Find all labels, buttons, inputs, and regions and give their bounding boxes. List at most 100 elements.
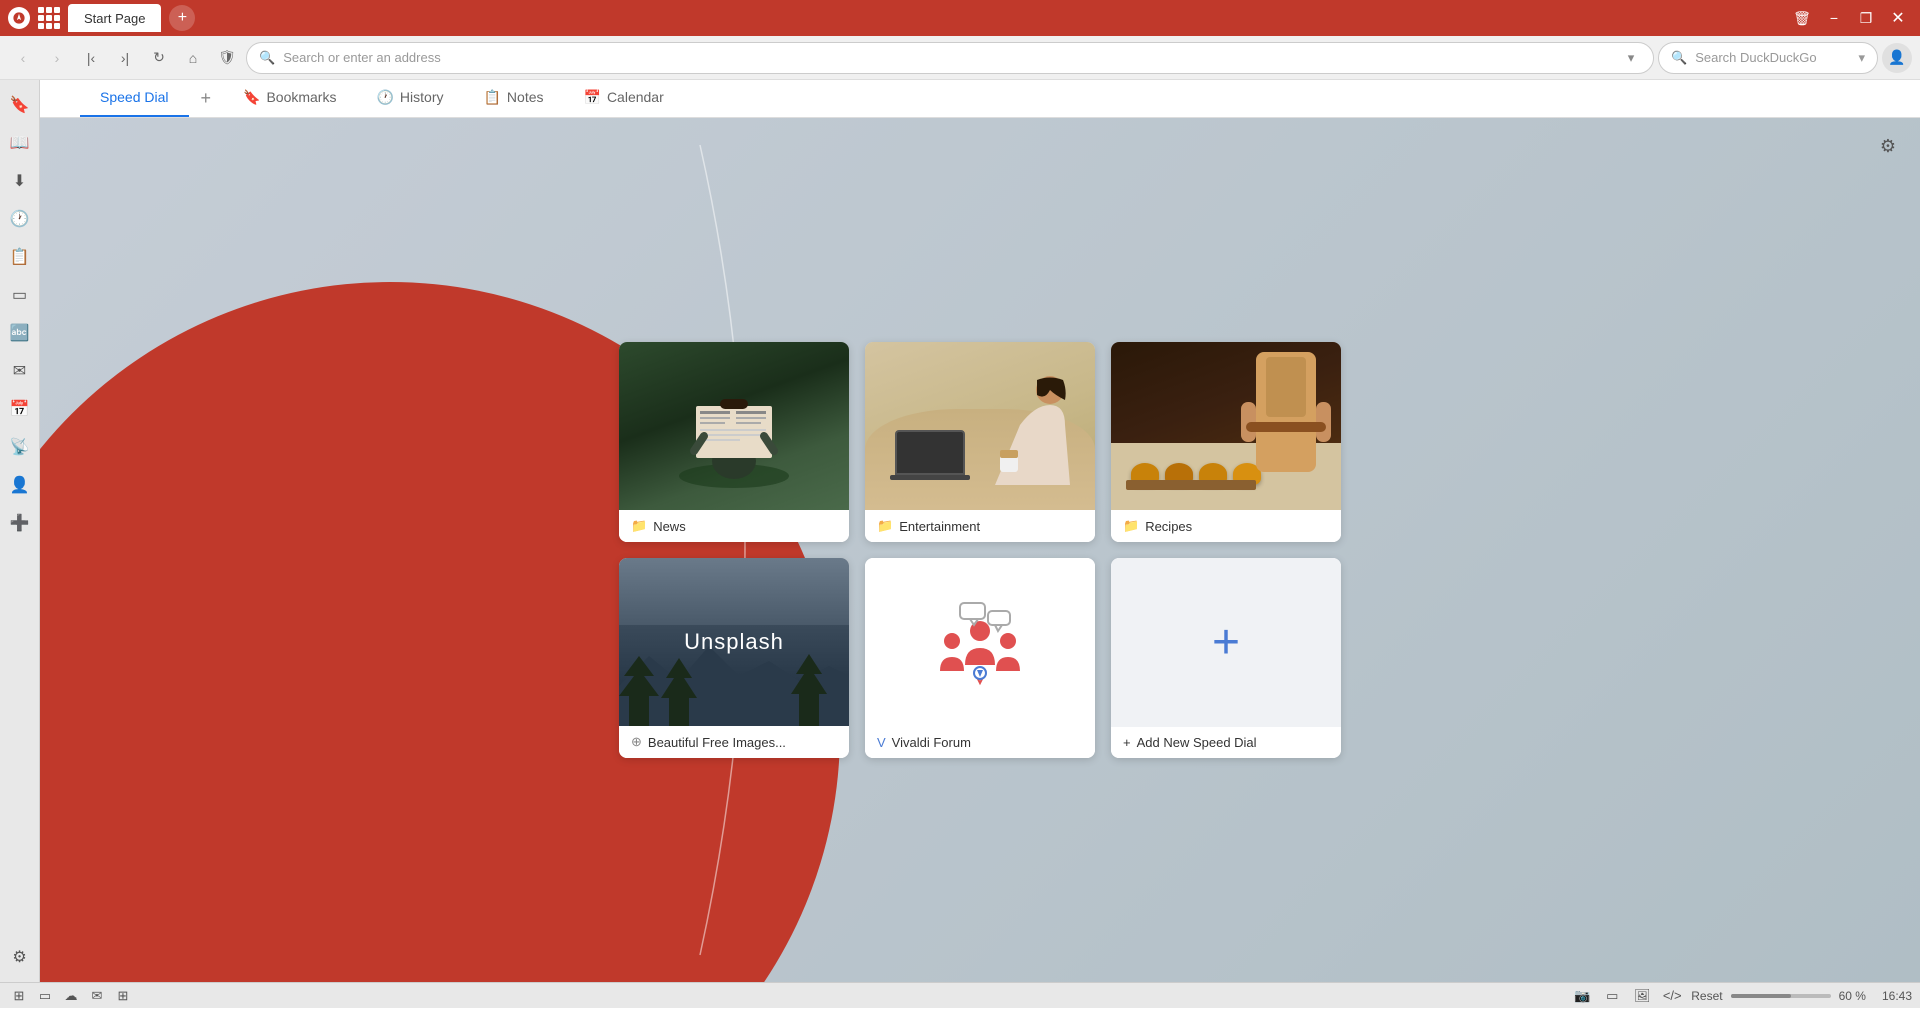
tab-speed-dial-label: Speed Dial	[100, 89, 169, 105]
status-window-icon[interactable]: ▭	[1601, 985, 1623, 1007]
search-engine-dropdown[interactable]: ▾	[1858, 50, 1865, 66]
status-icon-mail[interactable]: ✉	[86, 985, 108, 1007]
sidebar-settings[interactable]: ⚙	[3, 940, 37, 974]
sidebar-mail[interactable]: ✉	[3, 354, 37, 388]
sidebar-translate[interactable]: 🔤	[3, 316, 37, 350]
dial-card-vivaldi-forum[interactable]: V Vivaldi Forum	[865, 558, 1095, 758]
add-plus-icon: +	[1212, 619, 1240, 667]
dial-card-news[interactable]: 📁 News	[619, 342, 849, 542]
status-right: 📷 ▭ 🖼 </> Reset 60 % 16:43	[1571, 985, 1912, 1007]
dial-card-unsplash[interactable]: Unsplash ⊕ Beautiful Free Images...	[619, 558, 849, 758]
dial-card-recipes[interactable]: 📁 Recipes	[1111, 342, 1341, 542]
dial-card-entertainment[interactable]: 📁 Entertainment	[865, 342, 1095, 542]
sidebar-bookmarks[interactable]: 🔖	[3, 88, 37, 122]
tab-calendar[interactable]: 📅 Calendar	[564, 79, 684, 117]
dial-card-unsplash-image: Unsplash	[619, 558, 849, 726]
status-camera-icon[interactable]: 📷	[1571, 985, 1593, 1007]
search-engine-placeholder: Search DuckDuckGo	[1695, 50, 1850, 65]
entertainment-folder-icon: 📁	[877, 518, 893, 534]
maximize-button[interactable]: ❐	[1852, 4, 1880, 32]
calendar-tab-icon: 📅	[584, 89, 601, 106]
tab-history[interactable]: 🕐 History	[356, 79, 463, 117]
content-area: Speed Dial + 🔖 Bookmarks 🕐 History 📋 Not…	[40, 80, 1920, 982]
zoom-slider[interactable]	[1731, 994, 1831, 998]
forward-button[interactable]: ›	[42, 43, 72, 73]
time-display: 16:43	[1882, 989, 1912, 1003]
speed-dial-settings[interactable]: ⚙	[1872, 130, 1904, 162]
tab-bookmarks[interactable]: 🔖 Bookmarks	[223, 79, 356, 117]
status-icon-cloud[interactable]: ☁	[60, 985, 82, 1007]
sidebar: 🔖 📖 ⬇ 🕐 📋 ▭ 🔤 ✉ 📅 📡 👤 ➕ ⚙	[0, 80, 40, 982]
tab-title: Start Page	[84, 11, 145, 26]
add-new-label: +	[1123, 735, 1131, 750]
search-icon: 🔍	[259, 50, 275, 66]
sidebar-notes[interactable]: 📋	[3, 240, 37, 274]
status-icon-tab[interactable]: ▭	[34, 985, 56, 1007]
close-button[interactable]: ✕	[1884, 4, 1912, 32]
address-bar[interactable]: 🔍 Search or enter an address ▾	[246, 42, 1654, 74]
reset-label[interactable]: Reset	[1691, 989, 1722, 1003]
news-folder-icon: 📁	[631, 518, 647, 534]
tab-speed-dial[interactable]: Speed Dial	[80, 79, 189, 117]
reload-button[interactable]: ↻	[144, 43, 174, 73]
tab-add-button[interactable]: +	[189, 79, 224, 117]
search-engine-icon: 🔍	[1671, 50, 1687, 66]
new-tab-button[interactable]: +	[169, 5, 195, 31]
sidebar-downloads[interactable]: ⬇	[3, 164, 37, 198]
search-engine-bar[interactable]: 🔍 Search DuckDuckGo ▾	[1658, 42, 1878, 74]
dial-card-news-label: 📁 News	[619, 510, 849, 542]
dial-card-unsplash-label: ⊕ Beautiful Free Images...	[619, 726, 849, 758]
zoom-level: 60 %	[1839, 989, 1866, 1003]
notes-tab-icon: 📋	[483, 89, 500, 106]
navigation-bar: ‹ › |‹ ›| ↻ ⌂ 🛡 🔍 Search or enter an add…	[0, 36, 1920, 80]
dial-card-recipes-label: 📁 Recipes	[1111, 510, 1341, 542]
dial-card-entertainment-label: 📁 Entertainment	[865, 510, 1095, 542]
tab-notes-label: Notes	[507, 89, 544, 105]
status-code-icon[interactable]: </>	[1661, 985, 1683, 1007]
address-dropdown[interactable]: ▾	[1621, 48, 1641, 68]
tab-bookmarks-label: Bookmarks	[266, 89, 336, 105]
tab-notes[interactable]: 📋 Notes	[463, 79, 563, 117]
delete-button[interactable]: 🗑	[1788, 4, 1816, 32]
status-image-icon[interactable]: 🖼	[1631, 985, 1653, 1007]
sidebar-contacts[interactable]: 👤	[3, 468, 37, 502]
dial-card-recipes-image	[1111, 342, 1341, 510]
profile-button[interactable]: 👤	[1882, 43, 1912, 73]
apps-grid-icon[interactable]	[38, 7, 60, 29]
current-tab[interactable]: Start Page	[68, 4, 161, 32]
rewind-button[interactable]: |‹	[76, 43, 106, 73]
tab-navigation: Speed Dial + 🔖 Bookmarks 🕐 History 📋 Not…	[40, 80, 1920, 118]
vivaldi-logo-icon: V	[877, 735, 886, 750]
dial-card-add-label: + Add New Speed Dial	[1111, 727, 1341, 758]
tab-history-label: History	[400, 89, 444, 105]
unsplash-icon: ⊕	[631, 734, 642, 750]
unsplash-brand-text: Unsplash	[684, 629, 784, 655]
status-icon-tile[interactable]: ⊞	[8, 985, 30, 1007]
speed-dial-grid: 📁 News	[619, 342, 1341, 758]
address-text: Search or enter an address	[283, 50, 1613, 65]
back-button[interactable]: ‹	[8, 43, 38, 73]
window-controls: 🗑 − ❐ ✕	[1788, 4, 1912, 32]
sidebar-calendar[interactable]: 📅	[3, 392, 37, 426]
dial-card-entertainment-image	[865, 342, 1095, 510]
recipes-folder-icon: 📁	[1123, 518, 1139, 534]
sidebar-add-panel[interactable]: ➕	[3, 506, 37, 540]
tab-calendar-label: Calendar	[607, 89, 664, 105]
sidebar-panels[interactable]: ▭	[3, 278, 37, 312]
dial-card-vivaldi-label: V Vivaldi Forum	[865, 727, 1095, 758]
app-logo[interactable]	[8, 7, 30, 29]
status-icon-grid[interactable]: ⊞	[112, 985, 134, 1007]
shield-button[interactable]: 🛡	[212, 43, 242, 73]
home-button[interactable]: ⌂	[178, 43, 208, 73]
dial-card-news-image	[619, 342, 849, 510]
dial-card-vivaldi-image	[865, 558, 1095, 727]
status-left: ⊞ ▭ ☁ ✉ ⊞	[8, 985, 134, 1007]
minimize-button[interactable]: −	[1820, 4, 1848, 32]
sidebar-reader[interactable]: 📖	[3, 126, 37, 160]
speed-dial-area: ⚙	[40, 118, 1920, 982]
sidebar-history[interactable]: 🕐	[3, 202, 37, 236]
dial-card-add-image: +	[1111, 558, 1341, 727]
sidebar-feeds[interactable]: 📡	[3, 430, 37, 464]
fastforward-button[interactable]: ›|	[110, 43, 140, 73]
dial-card-add-new[interactable]: + + Add New Speed Dial	[1111, 558, 1341, 758]
